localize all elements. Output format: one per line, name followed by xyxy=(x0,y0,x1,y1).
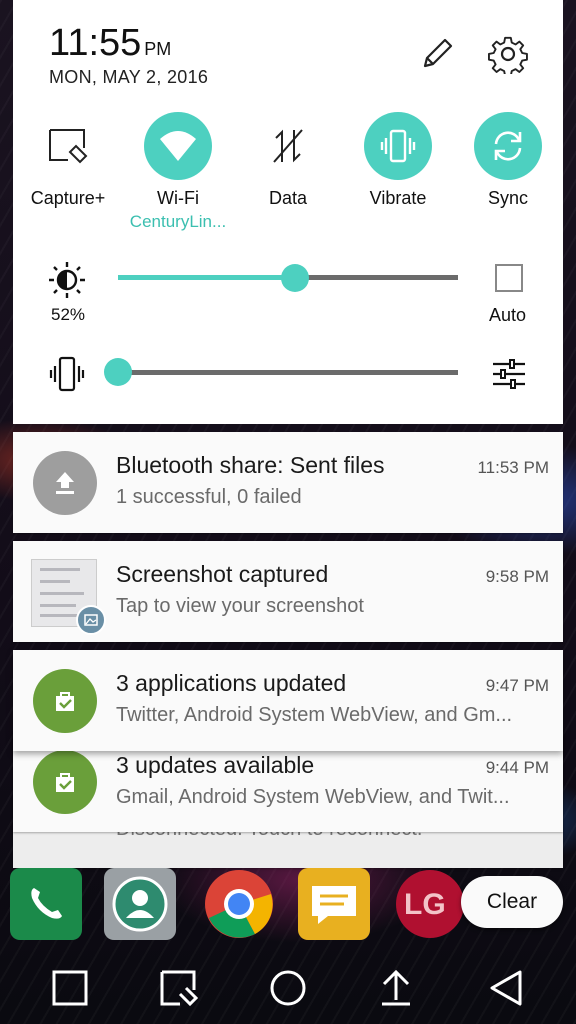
notification-panel-up-icon[interactable] xyxy=(376,968,416,1008)
toggle-data[interactable]: Data xyxy=(238,112,338,209)
capture-plus-icon xyxy=(34,112,102,180)
notification-body: Gmail, Android System WebView, and Twit.… xyxy=(116,786,510,808)
brightness-icon xyxy=(49,262,85,298)
edit-icon[interactable] xyxy=(417,34,457,74)
notification-time: 9:44 PM xyxy=(485,758,549,777)
volume-slider[interactable] xyxy=(104,358,459,388)
settings-icon[interactable] xyxy=(488,34,528,74)
notification-title: 3 applications updated xyxy=(116,670,347,696)
notification-body: Tap to view your screenshot xyxy=(116,595,364,617)
brightness-thumb[interactable] xyxy=(281,264,309,292)
play-store-update-icon xyxy=(33,669,97,733)
sync-icon xyxy=(474,112,542,180)
notification-title: Screenshot captured xyxy=(116,561,329,587)
sound-settings-icon[interactable] xyxy=(489,354,529,394)
notification-screenshot[interactable]: Screenshot captured Tap to view your scr… xyxy=(13,541,563,642)
phone-app-icon[interactable] xyxy=(10,868,82,940)
notification-time: 9:58 PM xyxy=(485,567,549,586)
messaging-app-icon[interactable] xyxy=(298,868,370,940)
vibrate-mode-icon xyxy=(49,356,85,392)
brightness-percent: 52% xyxy=(51,305,86,324)
brightness-slider[interactable] xyxy=(118,264,458,294)
notification-title: Bluetooth share: Sent files xyxy=(116,452,385,478)
auto-brightness-checkbox[interactable] xyxy=(495,264,523,292)
toggle-capture-plus[interactable]: Capture+ xyxy=(18,112,118,209)
volume-track xyxy=(118,370,458,375)
capture-plus-nav-icon[interactable] xyxy=(158,968,198,1008)
vibrate-icon xyxy=(364,112,432,180)
wifi-network-name: CenturyLin... xyxy=(129,212,227,231)
home-circle-icon[interactable] xyxy=(268,968,308,1008)
navigation-bar xyxy=(0,950,576,1024)
toggle-sync[interactable]: Sync xyxy=(458,112,558,209)
upload-icon xyxy=(33,451,97,515)
chrome-app-icon[interactable] xyxy=(203,868,275,940)
image-icon xyxy=(76,605,106,635)
notification-bluetooth[interactable]: Bluetooth share: Sent files 1 successful… xyxy=(13,432,563,533)
quick-settings-panel: 11:55 PM MON, MAY 2, 2016 Capture+ Wi-Fi … xyxy=(13,0,563,424)
auto-brightness-label: Auto xyxy=(489,305,527,325)
lg-app-icon[interactable]: LG xyxy=(394,868,466,940)
notification-body: Twitter, Android System WebView, and Gm.… xyxy=(116,704,513,726)
notification-apps-updated[interactable]: 3 applications updated Twitter, Android … xyxy=(13,650,563,751)
notification-body: 1 successful, 0 failed xyxy=(116,486,302,508)
notification-title: 3 updates available xyxy=(116,752,315,778)
toggle-wifi[interactable]: Wi-Fi CenturyLin... xyxy=(128,112,228,232)
lg-logo-text: LG xyxy=(404,888,446,921)
contacts-app-icon[interactable] xyxy=(104,868,176,940)
back-triangle-icon[interactable] xyxy=(486,968,526,1008)
brightness-fill xyxy=(118,275,295,280)
data-off-icon xyxy=(254,112,322,180)
clear-all-button[interactable]: Clear xyxy=(461,876,563,928)
notification-time: 11:53 PM xyxy=(477,458,549,477)
recents-square-icon[interactable] xyxy=(50,968,90,1008)
wifi-icon xyxy=(144,112,212,180)
toggle-vibrate[interactable]: Vibrate xyxy=(348,112,448,209)
date: MON, MAY 2, 2016 xyxy=(49,67,209,87)
play-store-update-icon xyxy=(33,750,97,814)
volume-thumb[interactable] xyxy=(104,358,132,386)
notification-time: 9:47 PM xyxy=(485,676,549,695)
clock: 11:55 PM xyxy=(49,22,172,64)
